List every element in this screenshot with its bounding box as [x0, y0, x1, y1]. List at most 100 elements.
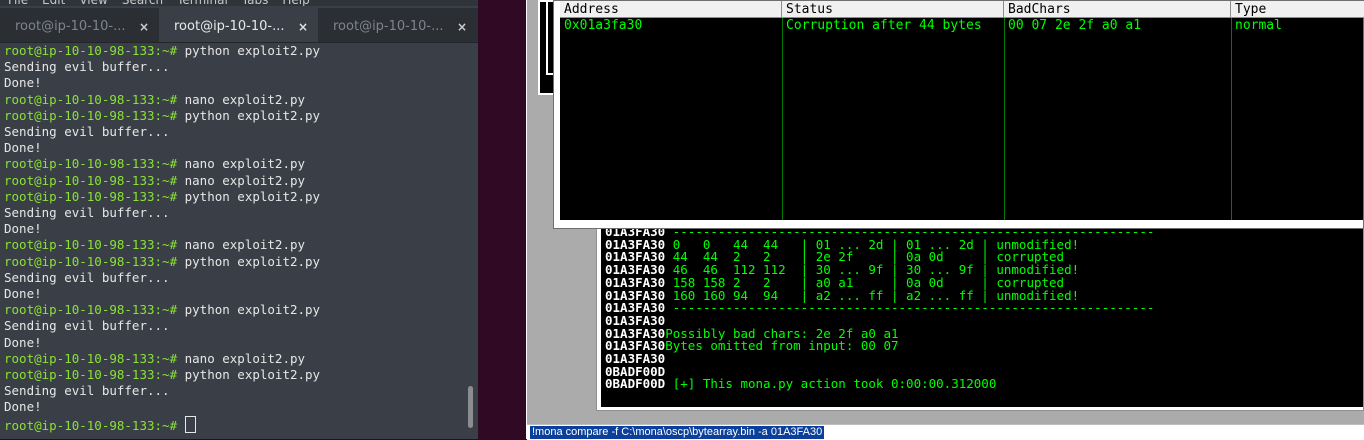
log-line: 01A3FA30 — [605, 352, 1363, 366]
shell-prompt: root@ip-10-10-98-133:~# — [4, 350, 178, 366]
shell-prompt: root@ip-10-10-98-133:~# — [4, 91, 178, 107]
terminal-line: Done! — [4, 221, 464, 237]
output-text: Done! — [4, 140, 42, 156]
shell-prompt: root@ip-10-10-98-133:~# — [4, 253, 178, 269]
command-text: python exploit2.py — [177, 253, 321, 269]
output-text: Sending evil buffer... — [4, 205, 170, 221]
log-line: 01A3FA30Bytes omitted from input: 00 07 — [605, 339, 1363, 353]
menu-item-tabs[interactable]: Tabs — [242, 0, 269, 6]
output-text: Done! — [4, 334, 42, 350]
column-divider — [1004, 18, 1005, 220]
terminal-line: root@ip-10-10-98-133:~# nano exploit2.py — [4, 92, 464, 108]
output-text: Done! — [4, 286, 42, 302]
log-window[interactable]: 01A3FA30 -------------------------------… — [596, 222, 1364, 411]
shell-prompt: root@ip-10-10-98-133:~# — [4, 43, 178, 58]
cell-address: 0x01a3fa30 — [564, 18, 643, 33]
column-header-address[interactable]: Address — [560, 1, 782, 18]
column-header-status[interactable]: Status — [782, 1, 1004, 18]
terminal-line: Sending evil buffer... — [4, 205, 464, 221]
terminal-menubar: File Edit View Search Terminal Tabs Help — [0, 0, 478, 6]
shell-prompt: root@ip-10-10-98-133:~# — [4, 302, 178, 318]
log-message: ----------------------------------------… — [665, 300, 1155, 316]
terminal-line: root@ip-10-10-98-133:~# python exploit2.… — [4, 43, 464, 59]
tab-label: root@ip-10-10-... — [174, 19, 285, 34]
command-text: python exploit2.py — [177, 367, 321, 383]
terminal-line: root@ip-10-10-98-133:~# nano exploit2.py — [4, 351, 464, 367]
close-tab-icon[interactable]: × — [139, 8, 149, 42]
terminal-tab-2[interactable]: root@ip-10-10-... × — [159, 8, 318, 42]
terminal-line: Sending evil buffer... — [4, 270, 464, 286]
shell-prompt: root@ip-10-10-98-133:~# — [4, 188, 178, 204]
shell-prompt: root@ip-10-10-98-133:~# — [4, 367, 178, 383]
shell-prompt: root@ip-10-10-98-133:~# — [4, 237, 178, 253]
close-tab-icon[interactable]: × — [298, 8, 308, 42]
terminal-output[interactable]: root@ip-10-10-98-133:~# python exploit2.… — [4, 43, 464, 439]
terminal-scrollbar[interactable] — [468, 386, 473, 428]
close-tab-icon[interactable]: × — [457, 8, 467, 42]
terminal-line: root@ip-10-10-98-133:~# nano exploit2.py — [4, 237, 464, 253]
output-text: Done! — [4, 221, 42, 237]
terminal-line: Done! — [4, 399, 464, 415]
command-text: python exploit2.py — [177, 107, 321, 123]
command-text: python exploit2.py — [177, 188, 321, 204]
menu-item-terminal[interactable]: Terminal — [177, 0, 228, 6]
tab-label: root@ip-10-10-... — [15, 19, 126, 34]
terminal-line: root@ip-10-10-98-133:~# — [4, 415, 464, 434]
output-text: Sending evil buffer... — [4, 318, 170, 334]
terminal-line: Done! — [4, 335, 464, 351]
command-text: python exploit2.py — [177, 43, 321, 58]
terminal-line: root@ip-10-10-98-133:~# python exploit2.… — [4, 254, 464, 270]
command-text: nano exploit2.py — [177, 91, 306, 107]
terminal-tab-1[interactable]: root@ip-10-10-... × — [0, 8, 159, 42]
output-text: Sending evil buffer... — [4, 269, 170, 285]
shell-prompt: root@ip-10-10-98-133:~# — [4, 417, 178, 433]
output-text: Done! — [4, 75, 42, 91]
menu-item-view[interactable]: View — [79, 0, 107, 6]
output-text: Done! — [4, 399, 42, 415]
command-text: nano exploit2.py — [177, 172, 306, 188]
menu-item-file[interactable]: File — [8, 0, 28, 6]
menu-item-help[interactable]: Help — [282, 0, 309, 6]
shell-prompt: root@ip-10-10-98-133:~# — [4, 172, 178, 188]
terminal-tab-3[interactable]: root@ip-10-10-... × — [318, 8, 477, 42]
command-bar: !mona compare -f C:\mona\oscp\bytearray.… — [527, 424, 1364, 440]
terminal-line: root@ip-10-10-98-133:~# nano exploit2.py — [4, 173, 464, 189]
text-cursor — [184, 415, 196, 433]
command-text: python exploit2.py — [177, 302, 321, 318]
menu-item-edit[interactable]: Edit — [42, 0, 65, 6]
log-address: 0BADF00D — [605, 376, 666, 392]
tab-label: root@ip-10-10-... — [333, 19, 444, 34]
command-text: nano exploit2.py — [177, 350, 306, 366]
terminal-line: Sending evil buffer... — [4, 383, 464, 399]
log-line: 0BADF00D [+] This mona.py action took 0:… — [605, 378, 1363, 391]
shell-prompt: root@ip-10-10-98-133:~# — [4, 107, 178, 123]
column-divider — [782, 18, 783, 220]
terminal-line: root@ip-10-10-98-133:~# python exploit2.… — [4, 189, 464, 205]
cell-status: Corruption after 44 bytes — [786, 18, 982, 33]
terminal-line: root@ip-10-10-98-133:~# python exploit2.… — [4, 108, 464, 124]
log-output: 01A3FA30 -------------------------------… — [601, 226, 1363, 407]
menu-item-search[interactable]: Search — [122, 0, 163, 6]
terminal-line: Sending evil buffer... — [4, 124, 464, 140]
column-divider — [1231, 18, 1232, 220]
cell-badchars: 00 07 2e 2f a0 a1 — [1008, 18, 1142, 33]
terminal-line: Sending evil buffer... — [4, 59, 464, 75]
terminal-line: Sending evil buffer... — [4, 318, 464, 334]
command-input[interactable]: !mona compare -f C:\mona\oscp\bytearray.… — [530, 426, 825, 439]
terminal-line: Done! — [4, 286, 464, 302]
terminal-line: root@ip-10-10-98-133:~# nano exploit2.py — [4, 156, 464, 172]
desktop-gap — [478, 0, 526, 439]
terminal-line: Done! — [4, 140, 464, 156]
terminal-tabbar: root@ip-10-10-... × root@ip-10-10-... × root… — [0, 8, 478, 43]
shell-prompt: root@ip-10-10-98-133:~# — [4, 156, 178, 172]
column-header-type[interactable]: Type — [1231, 1, 1364, 18]
terminal-window[interactable]: File Edit View Search Terminal Tabs Help root@… — [0, 0, 478, 439]
output-text: Sending evil buffer... — [4, 383, 170, 399]
column-header-badchars[interactable]: BadChars — [1004, 1, 1231, 18]
terminal-line: Done! — [4, 75, 464, 91]
log-message: [+] This mona.py action took 0:00:00.312… — [665, 376, 997, 392]
command-text: nano exploit2.py — [177, 156, 306, 172]
mona-memory-compare-window[interactable]: Address Status BadChars Type 0x01a3fa30 … — [553, 0, 1364, 229]
log-line: 01A3FA30 -------------------------------… — [605, 300, 1363, 316]
